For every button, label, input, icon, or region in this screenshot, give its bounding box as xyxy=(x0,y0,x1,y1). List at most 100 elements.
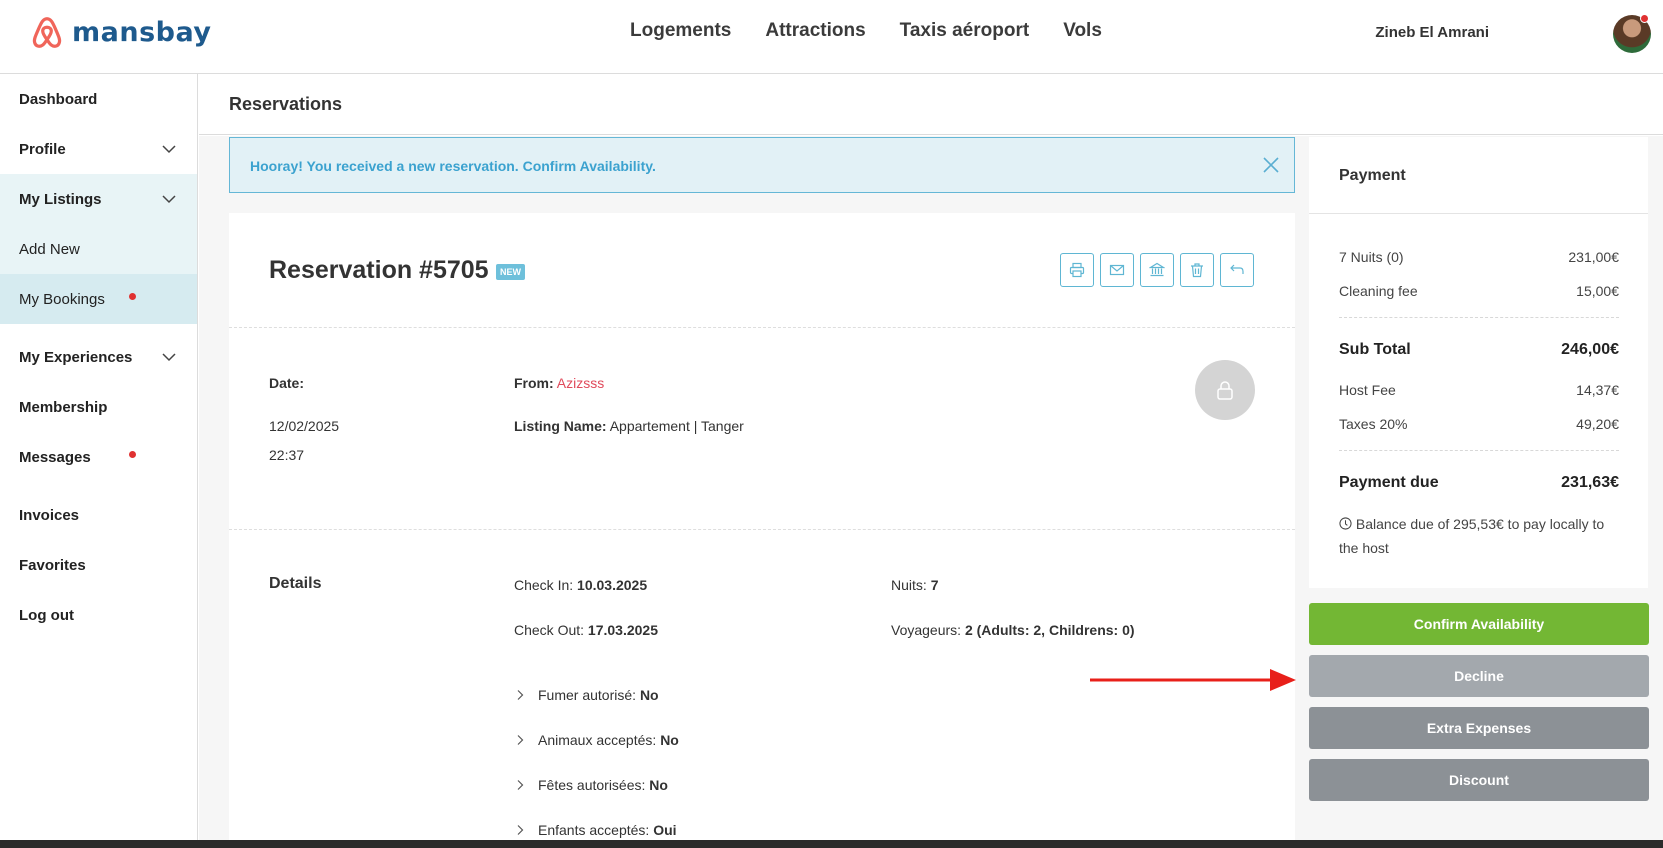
from-label: From: xyxy=(514,375,554,391)
sidebar-item-label: Add New xyxy=(19,240,80,258)
rule-pets[interactable]: Animaux acceptés: No xyxy=(514,732,679,748)
discount-button[interactable]: Discount xyxy=(1309,759,1649,801)
sidebar-item-my-bookings[interactable]: My Bookings xyxy=(0,274,197,324)
rule-value: No xyxy=(649,777,668,793)
print-button[interactable] xyxy=(1060,253,1094,287)
reservation-card: Reservation #5705 NEW Date: 12/02/2025 2… xyxy=(229,213,1295,848)
rule-smoking[interactable]: Fumer autorisé: No xyxy=(514,687,659,703)
annotation-arrow xyxy=(1090,669,1296,691)
sidebar-item-membership[interactable]: Membership xyxy=(0,382,197,432)
page-title: Reservations xyxy=(229,94,343,114)
payment-value: 246,00€ xyxy=(1561,341,1619,358)
payment-card: Payment 7 Nuits (0) 231,00€ Cleaning fee… xyxy=(1309,137,1648,588)
payment-divider xyxy=(1339,317,1619,318)
listing-name: Appartement | Tanger xyxy=(609,418,744,434)
nights-value: 7 xyxy=(930,577,939,593)
sidebar-item-label: My Listings xyxy=(19,190,102,208)
travelers-row: Voyageurs: 2 (Adults: 2, Childrens: 0) xyxy=(891,622,1135,638)
sidebar-item-label: Dashboard xyxy=(19,90,98,108)
rule-value: No xyxy=(639,687,659,703)
extra-expenses-button[interactable]: Extra Expenses xyxy=(1309,707,1649,749)
reservation-actions xyxy=(1060,253,1254,287)
reservation-title: Reservation #5705 xyxy=(269,256,489,284)
travelers-value: 2 (Adults: 2, Childrens: 0) xyxy=(964,622,1135,638)
payment-row-taxes: Taxes 20% 49,20€ xyxy=(1339,416,1619,432)
payment-label: Sub Total xyxy=(1339,341,1411,358)
confirm-availability-button[interactable]: Confirm Availability xyxy=(1309,603,1649,645)
top-navigation-bar: mansbay Logements Attractions Taxis aéro… xyxy=(0,0,1663,74)
nav-attractions[interactable]: Attractions xyxy=(765,20,865,42)
chevron-down-icon[interactable] xyxy=(161,141,177,157)
bank-button[interactable] xyxy=(1140,253,1174,287)
back-button[interactable] xyxy=(1220,253,1254,287)
payment-row-due: Payment due 231,63€ xyxy=(1339,474,1619,492)
payment-label: Payment due xyxy=(1339,474,1439,491)
reservation-time: 22:37 xyxy=(269,447,305,463)
sidebar-item-add-new[interactable]: Add New xyxy=(0,224,197,274)
sidebar-item-dashboard[interactable]: Dashboard xyxy=(0,74,197,124)
sidebar-item-invoices[interactable]: Invoices xyxy=(0,490,197,540)
payment-value: 231,00€ xyxy=(1568,249,1619,265)
balance-note: Balance due of 295,53€ to pay locally to… xyxy=(1339,512,1624,560)
rule-value: Oui xyxy=(653,822,677,838)
window-bottom-edge xyxy=(0,840,1663,848)
nav-taxis-aeroport[interactable]: Taxis aéroport xyxy=(900,20,1030,42)
sidebar-item-log-out[interactable]: Log out xyxy=(0,590,197,640)
nav-vols[interactable]: Vols xyxy=(1063,20,1102,42)
mail-icon xyxy=(1109,264,1125,276)
payment-row-subtotal: Sub Total 246,00€ xyxy=(1339,341,1619,359)
payment-label: Cleaning fee xyxy=(1339,283,1418,299)
listing-row: Listing Name: Appartement | Tanger xyxy=(514,418,744,434)
user-name[interactable]: Zineb El Amrani xyxy=(1375,24,1489,41)
info-icon xyxy=(1339,517,1352,530)
airbnb-style-logo-icon xyxy=(32,17,62,48)
new-reservation-alert: Hooray! You received a new reservation. … xyxy=(229,137,1295,193)
email-button[interactable] xyxy=(1100,253,1134,287)
payment-label: Host Fee xyxy=(1339,382,1396,398)
sidebar-item-messages[interactable]: Messages xyxy=(0,432,197,482)
payment-row-host-fee: Host Fee 14,37€ xyxy=(1339,382,1619,398)
user-icon xyxy=(1217,381,1233,400)
nav-logements[interactable]: Logements xyxy=(630,20,731,42)
checkout-label: Check Out: xyxy=(514,622,585,638)
divider xyxy=(229,327,1295,328)
brand-logo[interactable]: mansbay xyxy=(28,14,211,50)
payment-value: 14,37€ xyxy=(1576,382,1619,398)
chevron-down-icon[interactable] xyxy=(161,349,177,365)
sidebar-item-my-listings[interactable]: My Listings xyxy=(0,174,197,224)
reservation-date: 12/02/2025 xyxy=(269,418,340,434)
reply-icon xyxy=(1230,264,1244,274)
chevron-right-icon xyxy=(517,825,524,835)
checkout-value: 17.03.2025 xyxy=(587,622,658,638)
payment-value: 231,63€ xyxy=(1561,474,1619,491)
nights-row: Nuits: 7 xyxy=(891,577,938,593)
payment-label: Taxes 20% xyxy=(1339,416,1408,432)
rule-children[interactable]: Enfants acceptés: Oui xyxy=(514,822,677,838)
rule-value: No xyxy=(660,732,679,748)
details-title: Details xyxy=(269,575,322,592)
delete-button[interactable] xyxy=(1180,253,1214,287)
listing-label: Listing Name: xyxy=(514,418,607,434)
guest-name-link[interactable]: Azizsss xyxy=(557,375,604,391)
date-label: Date: xyxy=(269,375,305,391)
rule-label: Animaux acceptés: xyxy=(538,732,657,748)
sidebar-item-label: My Experiences xyxy=(19,348,133,366)
sidebar-item-label: My Bookings xyxy=(19,290,105,308)
sidebar-item-my-experiences[interactable]: My Experiences xyxy=(0,332,197,382)
brand-name: mansbay xyxy=(72,16,212,48)
rule-label: Fumer autorisé: xyxy=(538,687,637,703)
checkin-label: Check In: xyxy=(514,577,574,593)
decline-button[interactable]: Decline xyxy=(1309,655,1649,697)
sidebar-item-profile[interactable]: Profile xyxy=(0,124,197,174)
payment-value: 15,00€ xyxy=(1576,283,1619,299)
sidebar-item-favorites[interactable]: Favorites xyxy=(0,540,197,590)
chevron-right-icon xyxy=(517,690,524,700)
close-icon[interactable] xyxy=(1262,156,1280,174)
status-badge: NEW xyxy=(496,264,525,280)
divider xyxy=(229,529,1295,530)
sidebar-item-label: Membership xyxy=(19,398,108,416)
chevron-down-icon[interactable] xyxy=(161,191,177,207)
rule-parties[interactable]: Fêtes autorisées: No xyxy=(514,777,668,793)
alert-text: Hooray! You received a new reservation. … xyxy=(250,158,656,174)
checkin-row: Check In: 10.03.2025 xyxy=(514,577,647,593)
